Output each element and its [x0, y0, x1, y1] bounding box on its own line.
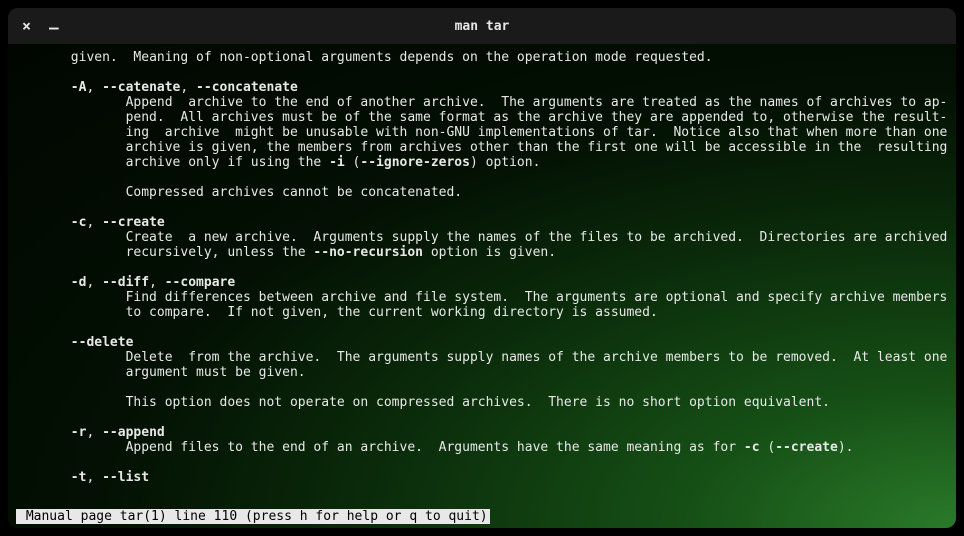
man-line: [16, 260, 948, 275]
option-flag: --concatenate: [196, 80, 298, 95]
window-title: man tar: [8, 19, 956, 34]
man-line: given. Meaning of non-optional arguments…: [16, 50, 948, 65]
option-flag: --diff: [102, 275, 149, 290]
man-line: [16, 455, 948, 470]
option-flag: -t: [71, 470, 87, 485]
option-flag: --catenate: [102, 80, 180, 95]
option-flag: --no-recursion: [313, 245, 423, 260]
man-line: archive is given, the members from archi…: [16, 140, 948, 155]
man-line: to compare. If not given, the current wo…: [16, 305, 948, 320]
option-flag: -r: [71, 425, 87, 440]
man-line: Create a new archive. Arguments supply t…: [16, 230, 948, 245]
pager-status-line: Manual page tar(1) line 110 (press h for…: [16, 509, 490, 524]
man-line: --delete: [16, 335, 948, 350]
man-page-content: given. Meaning of non-optional arguments…: [16, 48, 948, 485]
man-line: Delete from the archive. The arguments s…: [16, 350, 948, 365]
man-line: [16, 170, 948, 185]
option-flag: --compare: [165, 275, 235, 290]
man-line: recursively, unless the --no-recursion o…: [16, 245, 948, 260]
window-controls: × –: [8, 18, 59, 34]
man-line: -c, --create: [16, 215, 948, 230]
option-flag: -d: [71, 275, 87, 290]
man-line: -d, --diff, --compare: [16, 275, 948, 290]
man-line: -t, --list: [16, 470, 948, 485]
man-line: Append archive to the end of another arc…: [16, 95, 948, 110]
man-line: [16, 410, 948, 425]
titlebar: × – man tar: [8, 8, 956, 44]
man-line: ing archive might be unusable with non-G…: [16, 125, 948, 140]
man-line: Append files to the end of an archive. A…: [16, 440, 948, 455]
man-line: Compressed archives cannot be concatenat…: [16, 185, 948, 200]
option-flag: --create: [775, 440, 838, 455]
option-flag: --delete: [71, 335, 134, 350]
man-line: [16, 200, 948, 215]
terminal-window: × – man tar given. Meaning of non-option…: [8, 8, 956, 528]
man-line: This option does not operate on compress…: [16, 395, 948, 410]
man-line: Find differences between archive and fil…: [16, 290, 948, 305]
option-flag: --create: [102, 215, 165, 230]
minimize-icon[interactable]: –: [49, 20, 59, 36]
terminal-viewport[interactable]: given. Meaning of non-optional arguments…: [8, 44, 956, 528]
man-line: archive only if using the -i (--ignore-z…: [16, 155, 948, 170]
man-line: -A, --catenate, --concatenate: [16, 80, 948, 95]
man-line: argument must be given.: [16, 365, 948, 380]
man-line: [16, 320, 948, 335]
option-flag: --ignore-zeros: [360, 155, 470, 170]
close-icon[interactable]: ×: [22, 19, 31, 34]
option-flag: --append: [102, 425, 165, 440]
option-flag: -A: [71, 80, 87, 95]
man-line: [16, 380, 948, 395]
option-flag: -c: [744, 440, 760, 455]
option-flag: --list: [102, 470, 149, 485]
option-flag: -c: [71, 215, 87, 230]
man-line: -r, --append: [16, 425, 948, 440]
option-flag: -i: [329, 155, 345, 170]
man-line: pend. All archives must be of the same f…: [16, 110, 948, 125]
man-line: [16, 65, 948, 80]
